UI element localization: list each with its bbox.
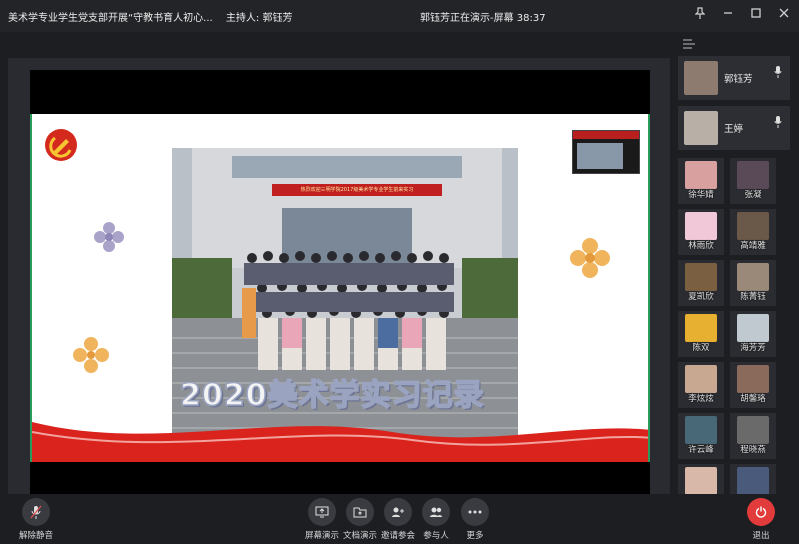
add-user-icon [384,498,412,526]
avatar [737,263,769,291]
flower-decoration-icon [94,222,124,252]
avatar [684,61,718,95]
power-icon [747,498,775,526]
presenting-status: 郭钰芳正在演示-屏幕 38:37 [420,13,546,24]
participants-label: 参与人 [423,531,449,541]
avatar [685,314,717,342]
participant-name: 陈菁钰 [740,292,766,302]
microphone-icon [774,66,782,78]
list-toggle-icon[interactable] [682,38,696,50]
leave-button[interactable]: 退出 [739,498,783,541]
participant-tile[interactable]: 陈菁钰 [730,260,776,306]
shared-screen: 热烈欢迎三明学院2017级美术学专业学生前来实习 2020美术学实习记录 [30,70,650,506]
meeting-info: 美术学专业学生党支部开展“守教书育人初心... 主持人: 郭钰芳 [8,9,292,24]
microphone-muted-icon [22,498,50,526]
avatar [685,263,717,291]
avatar [685,161,717,189]
avatar [685,365,717,393]
participant-tile[interactable]: 高靖雅 [730,209,776,255]
presentation-slide: 热烈欢迎三明学院2017级美术学专业学生前来实习 2020美术学实习记录 [30,114,650,462]
minimize-icon[interactable] [721,6,735,20]
participant-tile[interactable]: 程晓燕 [730,413,776,459]
participants-button[interactable]: 参与人 [414,498,458,541]
participant-tile[interactable]: 李炫炫 [678,362,724,408]
unmute-button[interactable]: 解除静音 [14,498,58,541]
avatar [737,161,769,189]
maximize-icon[interactable] [749,6,763,20]
participant-tile[interactable]: 林雨欣 [678,209,724,255]
more-icon [461,498,489,526]
screen-share-icon [308,498,336,526]
participant-name: 胡馨珞 [740,394,766,404]
participant-name: 高靖雅 [740,241,766,251]
party-emblem-icon [45,129,77,161]
participant-tile[interactable]: 夏凯欣 [678,260,724,306]
bottom-toolbar: 解除静音 屏幕演示 文档演示 邀请参会 参与人 更多 退出 [0,494,799,544]
participant-name: 海芳芳 [740,343,766,353]
participant-tile[interactable]: 张凝 [730,158,776,204]
participant-tile[interactable]: 许云峰 [678,413,724,459]
meeting-title: 美术学专业学生党支部开展“守教书育人初心... [8,13,213,24]
window-controls [693,6,791,20]
meeting-window: 美术学专业学生党支部开展“守教书育人初心... 主持人: 郭钰芳 郭钰芳正在演示… [0,0,799,544]
participant-name: 林雨欣 [688,241,714,251]
speaker-tile[interactable]: 郭钰芳 [678,56,790,100]
flower-decoration-icon [570,238,610,278]
leave-label: 退出 [752,531,770,541]
photo-banner-text: 热烈欢迎三明学院2017级美术学专业学生前来实习 [272,184,442,196]
close-icon[interactable] [777,6,791,20]
users-icon [422,498,450,526]
speaker-name: 王婷 [724,124,744,135]
avatar [737,365,769,393]
title-bar: 美术学专业学生党支部开展“守教书育人初心... 主持人: 郭钰芳 郭钰芳正在演示… [0,0,799,32]
participant-tile[interactable]: 陈双 [678,311,724,357]
host-label: 主持人: 郭钰芳 [225,13,293,24]
avatar [684,111,718,145]
microphone-icon [774,116,782,128]
unmute-label: 解除静音 [18,531,53,541]
participant-name: 徐华婧 [688,190,714,200]
avatar [737,212,769,240]
avatar [737,416,769,444]
avatar [685,212,717,240]
participant-tile[interactable]: 海芳芳 [730,311,776,357]
participant-name: 张凝 [744,190,762,200]
more-label: 更多 [466,531,484,541]
slide-title: 2020美术学实习记录 [179,377,485,414]
participant-tile[interactable]: 徐华婧 [678,158,724,204]
participant-tile[interactable]: 胡馨珞 [730,362,776,408]
folder-icon [346,498,374,526]
pin-icon[interactable] [693,6,707,20]
screen-preview-thumbnail[interactable] [572,130,640,174]
participant-name: 程晓燕 [740,445,766,455]
participant-name: 许云峰 [688,445,714,455]
participants-panel: 郭钰芳 王婷 徐华婧 张凝林雨欣 高靖雅夏凯欣 陈菁钰陈双 海芳芳李炫炫 胡馨珞许云峰 程晓… [676,32,799,510]
avatar [737,314,769,342]
speaker-name: 郭钰芳 [724,74,753,85]
more-button[interactable]: 更多 [453,498,497,541]
participant-name: 夏凯欣 [688,292,714,302]
participant-name: 李炫炫 [688,394,714,404]
avatar [685,416,717,444]
flower-decoration-icon [73,337,109,373]
avatar [685,467,717,495]
avatar [737,467,769,495]
participant-name: 陈双 [692,343,710,353]
speaker-tile[interactable]: 王婷 [678,106,790,150]
